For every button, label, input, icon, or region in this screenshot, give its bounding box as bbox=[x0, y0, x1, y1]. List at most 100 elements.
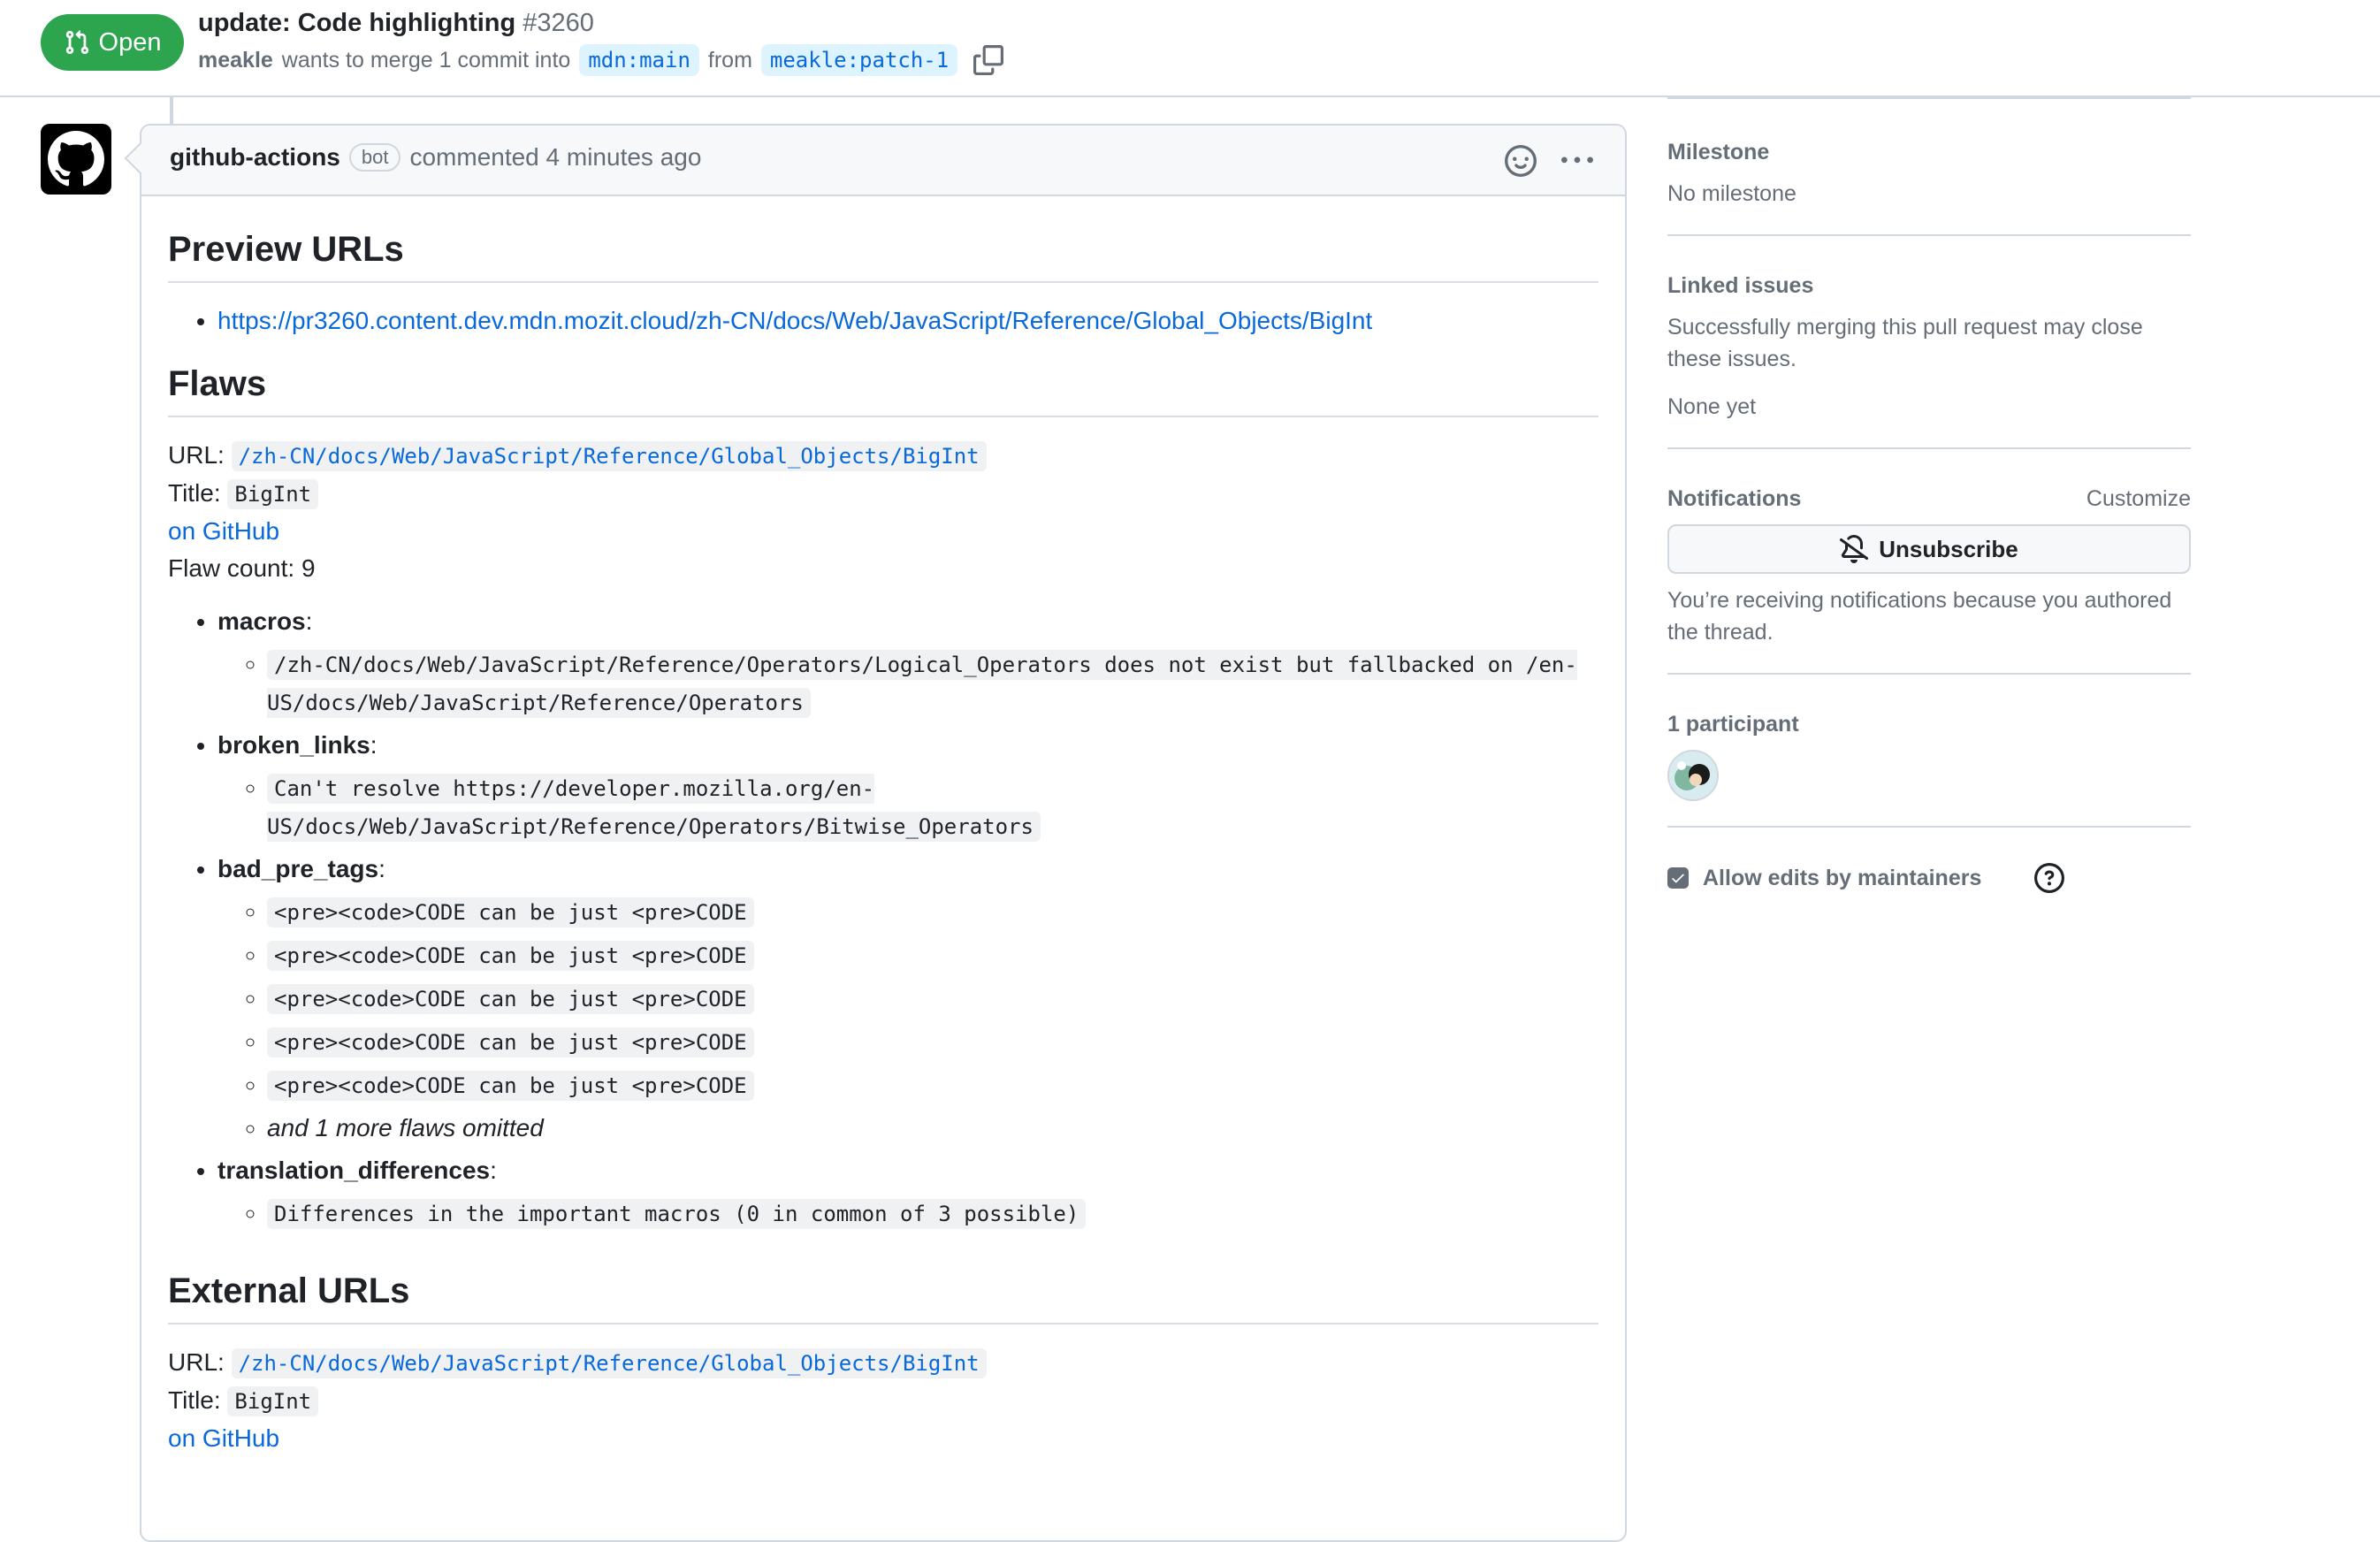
comment-actions bbox=[1505, 145, 1593, 177]
flaw-list: macros: /zh-CN/docs/Web/JavaScript/Refer… bbox=[168, 603, 1598, 1233]
timeline-line bbox=[170, 97, 173, 124]
external-title-value: BigInt bbox=[227, 1386, 319, 1416]
kebab-horizontal-icon[interactable] bbox=[1561, 145, 1593, 177]
pr-meta: meakle wants to merge 1 commit into mdn:… bbox=[198, 41, 1004, 80]
notifications-reason: You’re receiving notifications because y… bbox=[1667, 588, 2172, 645]
flaw-entries: Differences in the important macros (0 i… bbox=[217, 1195, 1598, 1233]
external-title-row: Title: BigInt bbox=[168, 1382, 1598, 1420]
flaw-entry-code: <pre><code>CODE can be just <pre>CODE bbox=[267, 1071, 754, 1101]
flaws-url-link[interactable]: /zh-CN/docs/Web/JavaScript/Reference/Glo… bbox=[231, 441, 987, 471]
flaw-entry: <pre><code>CODE can be just <pre>CODE bbox=[267, 936, 1598, 974]
pr-header: Open update: Code highlighting #3260 mea… bbox=[0, 0, 2380, 97]
customize-link[interactable]: Customize bbox=[2086, 486, 2191, 512]
question-icon[interactable] bbox=[2034, 863, 2065, 893]
pr-number: #3260 bbox=[523, 9, 594, 37]
from-text: from bbox=[707, 47, 752, 73]
allow-edits-label[interactable]: Allow edits by maintainers bbox=[1703, 866, 1981, 891]
flaw-entry-code: <pre><code>CODE can be just <pre>CODE bbox=[267, 1027, 754, 1057]
sidebar-participants: 1 participant bbox=[1667, 673, 2191, 826]
pr-state-badge: Open bbox=[41, 14, 184, 71]
unsubscribe-label: Unsubscribe bbox=[1879, 535, 2018, 562]
comment-caret bbox=[124, 141, 157, 175]
flaw-entry: Differences in the important macros (0 i… bbox=[267, 1195, 1598, 1233]
comment-timestamp[interactable]: commented 4 minutes ago bbox=[409, 143, 701, 172]
on-github-link[interactable]: on GitHub bbox=[168, 1424, 279, 1452]
title-label: Title: bbox=[168, 479, 221, 507]
participant-avatar[interactable] bbox=[1667, 750, 1719, 801]
flaw-entry: <pre><code>CODE can be just <pre>CODE bbox=[267, 980, 1598, 1018]
linked-issues-description: Successfully merging this pull request m… bbox=[1667, 315, 2143, 371]
allow-edits-checkbox[interactable] bbox=[1667, 867, 1689, 889]
omitted-text: and 1 more flaws omitted bbox=[267, 1114, 544, 1141]
bell-slash-icon bbox=[1840, 535, 1869, 563]
flaw-entries: /zh-CN/docs/Web/JavaScript/Reference/Ope… bbox=[217, 645, 1598, 721]
flaw-entry-code: Differences in the important macros (0 i… bbox=[267, 1199, 1087, 1229]
flaw-item-translation-differences: translation_differences: Differences in … bbox=[217, 1152, 1598, 1233]
on-github-link[interactable]: on GitHub bbox=[168, 517, 279, 545]
github-logo-icon bbox=[48, 131, 104, 187]
url-label: URL: bbox=[168, 441, 225, 469]
flaw-entries: <pre><code>CODE can be just <pre>CODE <p… bbox=[217, 893, 1598, 1147]
flaw-item-macros: macros: /zh-CN/docs/Web/JavaScript/Refer… bbox=[217, 603, 1598, 721]
title-label: Title: bbox=[168, 1386, 221, 1414]
external-github-row: on GitHub bbox=[168, 1420, 1598, 1457]
flaw-key: translation_differences bbox=[217, 1156, 491, 1184]
check-icon bbox=[1672, 874, 1684, 883]
external-urls-heading: External URLs bbox=[168, 1268, 1598, 1324]
flaw-entry-code: /zh-CN/docs/Web/JavaScript/Reference/Ope… bbox=[267, 650, 1577, 718]
pr-state-label: Open bbox=[98, 27, 162, 57]
flaws-title-value: BigInt bbox=[227, 479, 319, 509]
head-branch[interactable]: meakle:patch-1 bbox=[760, 44, 958, 76]
bot-badge: bot bbox=[348, 143, 401, 172]
sidebar-notifications: Notifications Customize Unsubscribe You’… bbox=[1667, 447, 2191, 673]
flaw-key: bad_pre_tags bbox=[217, 855, 379, 882]
pr-title: update: Code highlighting #3260 bbox=[198, 9, 594, 38]
flaw-entry: <pre><code>CODE can be just <pre>CODE bbox=[267, 1023, 1598, 1061]
preview-urls-heading: Preview URLs bbox=[168, 226, 1598, 283]
merge-text: wants to merge 1 commit into bbox=[281, 47, 571, 73]
external-url-link[interactable]: /zh-CN/docs/Web/JavaScript/Reference/Glo… bbox=[231, 1348, 987, 1378]
flaw-entry-code: <pre><code>CODE can be just <pre>CODE bbox=[267, 984, 754, 1014]
flaw-item-bad-pre-tags: bad_pre_tags: <pre><code>CODE can be jus… bbox=[217, 851, 1598, 1147]
flaw-entry-code: Can't resolve https://developer.mozilla.… bbox=[267, 774, 1041, 842]
pr-title-text: update: Code highlighting bbox=[198, 9, 516, 37]
preview-url-list: https://pr3260.content.dev.mdn.mozit.clo… bbox=[168, 302, 1598, 340]
unsubscribe-button[interactable]: Unsubscribe bbox=[1667, 524, 2191, 574]
flaw-item-broken-links: broken_links: Can't resolve https://deve… bbox=[217, 727, 1598, 845]
avatar-image bbox=[1669, 752, 1717, 799]
milestone-value: No milestone bbox=[1667, 181, 1796, 206]
sidebar-milestone: Milestone No milestone bbox=[1667, 99, 2191, 234]
url-label: URL: bbox=[168, 1348, 225, 1376]
flaws-title-row: Title: BigInt bbox=[168, 475, 1598, 513]
milestone-heading[interactable]: Milestone bbox=[1667, 140, 2191, 165]
flaw-entry: <pre><code>CODE can be just <pre>CODE bbox=[267, 893, 1598, 931]
flaw-count: Flaw count: 9 bbox=[168, 554, 316, 582]
base-branch[interactable]: mdn:main bbox=[579, 44, 699, 76]
github-actions-avatar[interactable] bbox=[41, 124, 111, 195]
flaws-heading: Flaws bbox=[168, 361, 1598, 417]
flaw-entry-code: <pre><code>CODE can be just <pre>CODE bbox=[267, 897, 754, 927]
sidebar-allow-edits: Allow edits by maintainers bbox=[1667, 826, 2191, 918]
comment-author-link[interactable]: github-actions bbox=[170, 143, 340, 172]
copy-icon[interactable] bbox=[973, 45, 1004, 75]
flaw-entry: Can't resolve https://developer.mozilla.… bbox=[267, 769, 1598, 845]
flaw-entry-omitted: and 1 more flaws omitted bbox=[267, 1110, 1598, 1147]
linked-issues-heading[interactable]: Linked issues bbox=[1667, 273, 2191, 299]
linked-issues-value: None yet bbox=[1667, 394, 1757, 419]
list-item: https://pr3260.content.dev.mdn.mozit.clo… bbox=[217, 302, 1598, 340]
participants-heading: 1 participant bbox=[1667, 712, 1799, 737]
flaws-url-row: URL: /zh-CN/docs/Web/JavaScript/Referenc… bbox=[168, 437, 1598, 475]
smiley-icon[interactable] bbox=[1505, 145, 1537, 177]
sidebar: Milestone No milestone Linked issues Suc… bbox=[1667, 97, 2191, 918]
flaw-key: broken_links bbox=[217, 731, 370, 759]
pr-author-link[interactable]: meakle bbox=[198, 48, 273, 73]
allow-edits-row: Allow edits by maintainers bbox=[1667, 863, 2191, 893]
flaw-entry: /zh-CN/docs/Web/JavaScript/Reference/Ope… bbox=[267, 645, 1598, 721]
external-url-row: URL: /zh-CN/docs/Web/JavaScript/Referenc… bbox=[168, 1344, 1598, 1382]
preview-url-link[interactable]: https://pr3260.content.dev.mdn.mozit.clo… bbox=[217, 307, 1372, 334]
comment-box: github-actions bot commented 4 minutes a… bbox=[124, 124, 1627, 1542]
flaw-entry-code: <pre><code>CODE can be just <pre>CODE bbox=[267, 941, 754, 971]
comment-meta: github-actions bot commented 4 minutes a… bbox=[170, 143, 701, 172]
comment-body: Preview URLs https://pr3260.content.dev.… bbox=[141, 196, 1625, 1457]
comment-header: github-actions bot commented 4 minutes a… bbox=[124, 126, 1625, 196]
